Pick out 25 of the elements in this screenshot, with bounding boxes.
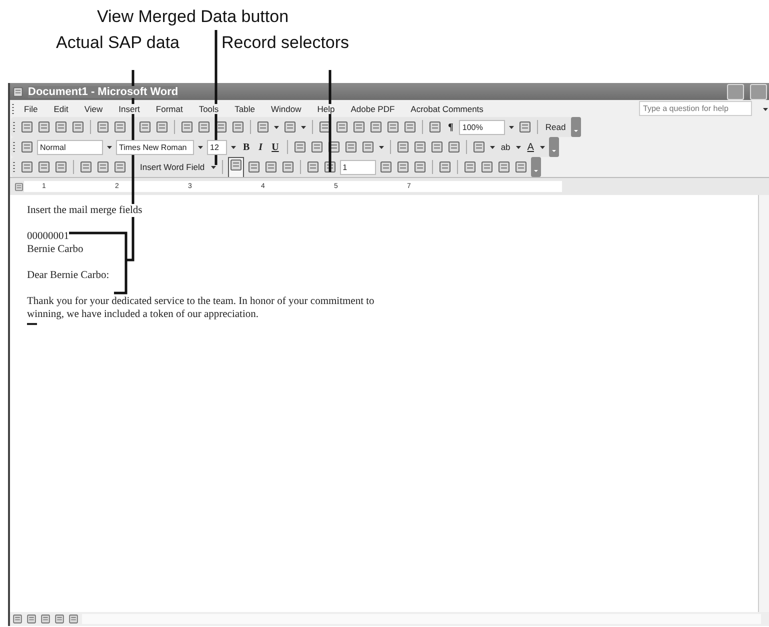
style-combo[interactable]: Normal bbox=[37, 140, 103, 154]
document-text: winning, we have included a token of our appreciation. bbox=[27, 308, 259, 321]
vertical-scrollbar[interactable] bbox=[758, 195, 769, 612]
text-cursor bbox=[27, 323, 37, 325]
show-formatting-button[interactable]: ¶ bbox=[445, 122, 456, 132]
document-text: Thank you for your dedicated service to the team. In honor of your commitment to bbox=[27, 295, 374, 308]
read-button[interactable]: Read bbox=[543, 122, 568, 132]
callout-label: View Merged Data button bbox=[97, 7, 289, 26]
callout-label: Actual SAP data bbox=[56, 32, 180, 54]
insert-word-field-button[interactable]: Insert Word Field bbox=[138, 162, 207, 172]
record-field[interactable]: 1 bbox=[340, 160, 376, 174]
format-button[interactable]: B bbox=[240, 142, 253, 152]
minimize-button[interactable] bbox=[727, 84, 744, 100]
toolbar-options-icon[interactable] bbox=[570, 117, 581, 137]
format-button[interactable]: I bbox=[256, 142, 266, 152]
highlight-button[interactable]: ab bbox=[498, 142, 512, 152]
font-combo[interactable]: Times New Roman bbox=[116, 140, 194, 154]
font-size-combo[interactable]: 12 bbox=[207, 140, 227, 154]
zoom-combo[interactable]: 100% bbox=[459, 120, 506, 134]
font-color-button[interactable]: A bbox=[525, 142, 536, 152]
help-search-field[interactable]: Type a question for help bbox=[639, 101, 752, 116]
format-button[interactable]: U bbox=[268, 142, 282, 152]
callout-label: Record selectors bbox=[222, 32, 350, 54]
document-text: Insert the mail merge fields bbox=[27, 204, 142, 217]
window-title: Document1 - Microsoft Word bbox=[28, 86, 178, 98]
